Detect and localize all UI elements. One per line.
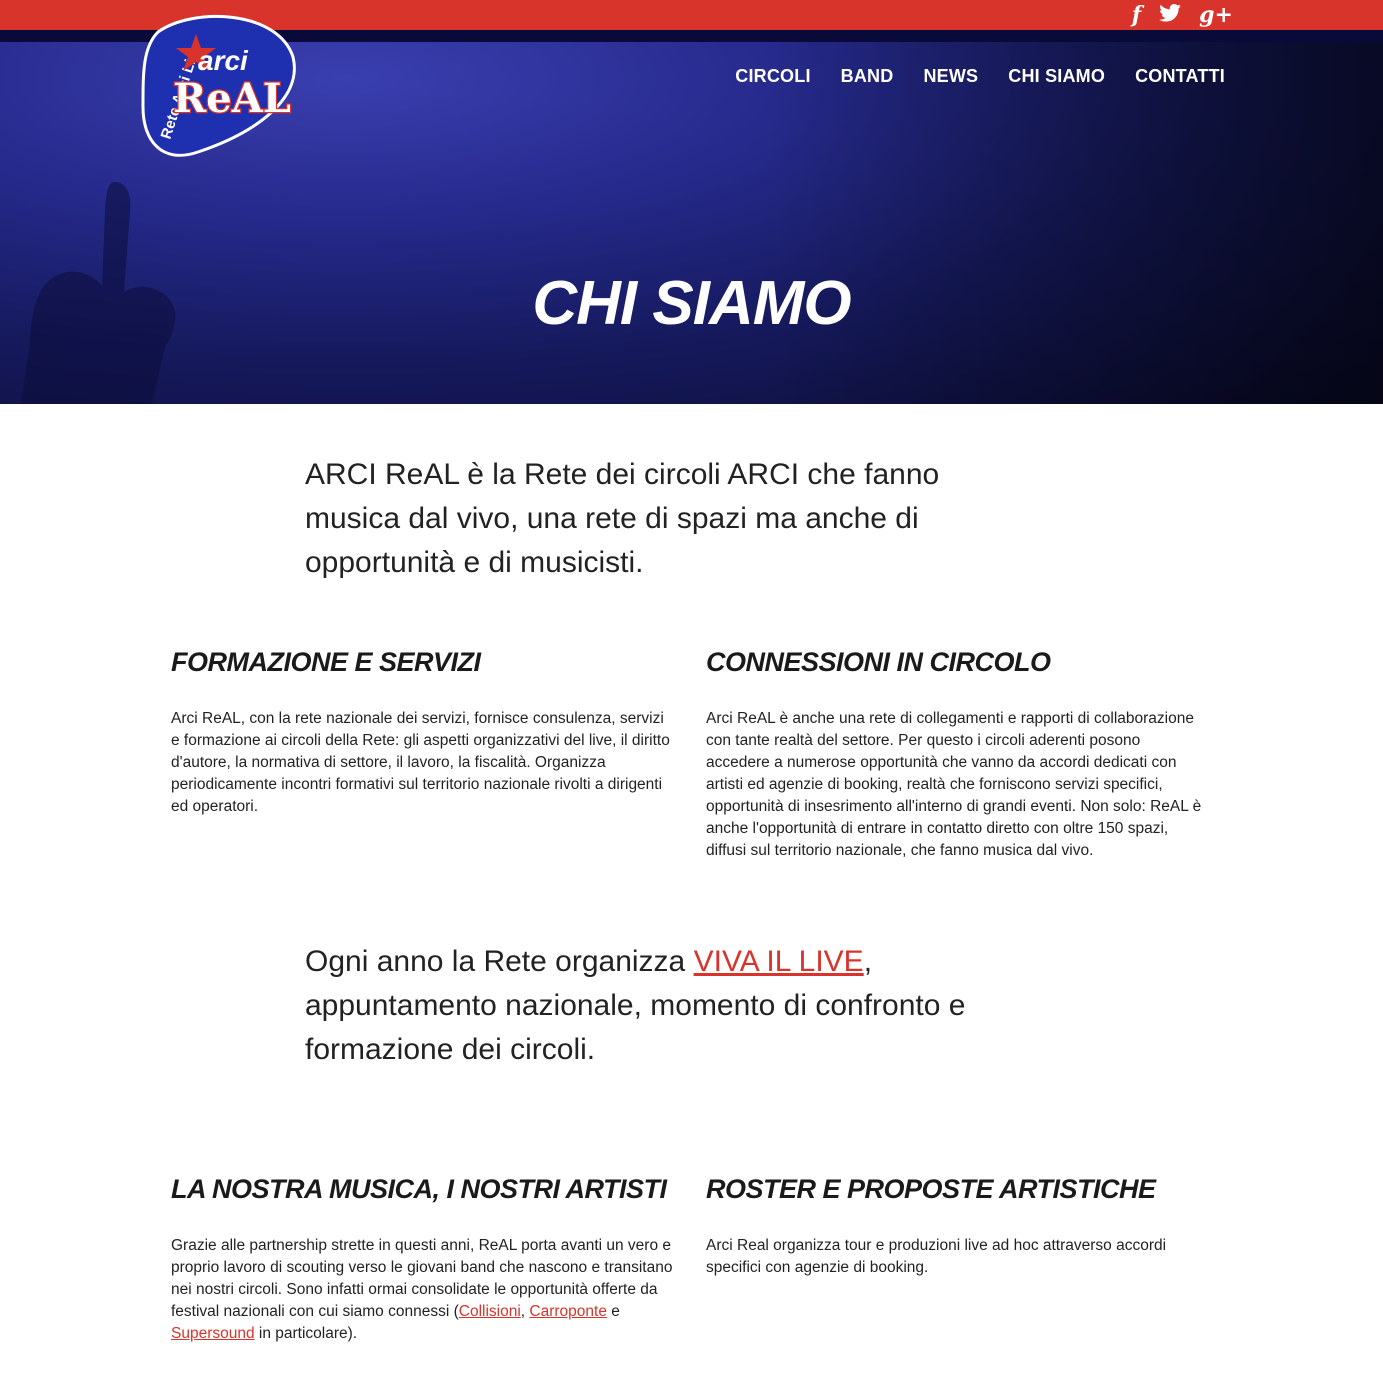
- collisioni-link[interactable]: Collisioni: [459, 1303, 521, 1320]
- page-title: CHI SIAMO: [532, 269, 851, 338]
- musica-text-after: in particolare).: [254, 1325, 358, 1342]
- social-links: f g+: [1132, 2, 1233, 28]
- section-title: LA NOSTRA MUSICA, I NOSTRI ARTISTI: [171, 1174, 667, 1204]
- section-title: ROSTER E PROPOSTE ARTISTICHE: [706, 1174, 1156, 1204]
- carroponte-link[interactable]: Carroponte: [529, 1303, 607, 1320]
- supersound-link[interactable]: Supersound: [171, 1325, 255, 1342]
- nav-item-circoli[interactable]: CIRCOLI: [735, 66, 810, 87]
- logo-real-text: ReAL: [173, 75, 291, 122]
- facebook-icon[interactable]: f: [1132, 2, 1141, 28]
- section-title: CONNESSIONI IN CIRCOLO: [706, 647, 1051, 677]
- section-musica: LA NOSTRA MUSICA, I NOSTRI ARTISTI Grazi…: [171, 1172, 676, 1345]
- twitter-bird-glyph: [1159, 4, 1181, 22]
- section-text: Arci ReAL, con la rete nazionale dei ser…: [171, 710, 670, 815]
- arci-real-logo[interactable]: Rete Arci Live arci ReAL: [138, 12, 298, 162]
- musica-separator-2: e: [606, 1303, 620, 1320]
- intro-text: ARCI ReAL è la Rete dei circoli ARCI che…: [305, 458, 940, 579]
- nav-item-contatti[interactable]: CONTATTI: [1135, 66, 1225, 87]
- section-roster: ROSTER E PROPOSTE ARTISTICHE Arci Real o…: [706, 1172, 1206, 1279]
- nav-item-chi-siamo[interactable]: CHI SIAMO: [1008, 66, 1105, 87]
- twitter-icon[interactable]: [1159, 2, 1181, 28]
- viva-text-before: Ogni anno la Rete organizza: [305, 945, 694, 978]
- nav-item-news[interactable]: NEWS: [923, 66, 978, 87]
- section-text: Arci Real organizza tour e produzioni li…: [706, 1237, 1167, 1276]
- section-text: Grazie alle partnership strette in quest…: [171, 1235, 676, 1345]
- viva-il-live-link[interactable]: VIVA IL LIVE: [694, 945, 864, 978]
- section-connessioni: CONNESSIONI IN CIRCOLO Arci ReAL è anche…: [706, 645, 1206, 862]
- main-nav: CIRCOLI BAND NEWS CHI SIAMO CONTATTI: [735, 66, 1225, 87]
- google-plus-icon[interactable]: g+: [1199, 2, 1233, 28]
- section-formazione: FORMAZIONE E SERVIZI Arci ReAL, con la r…: [171, 645, 671, 818]
- section-text: Arci ReAL è anche una rete di collegamen…: [706, 710, 1202, 859]
- nav-item-band[interactable]: BAND: [841, 66, 894, 87]
- section-title: FORMAZIONE E SERVIZI: [171, 647, 481, 677]
- viva-il-live-text: Ogni anno la Rete organizza VIVA IL LIVE…: [305, 940, 1065, 1072]
- logo-arci-text: arci: [198, 45, 249, 76]
